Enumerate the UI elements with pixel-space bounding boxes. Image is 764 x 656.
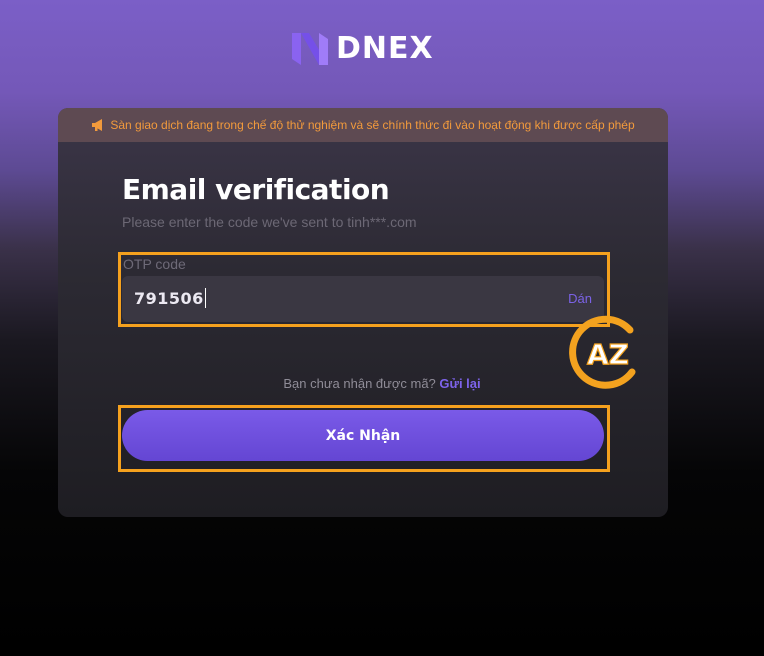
page-subtitle: Please enter the code we've sent to tinh…	[122, 214, 417, 230]
brand-name: DNEX	[336, 31, 434, 66]
resend-link[interactable]: Gửi lại	[439, 376, 480, 391]
notice-banner-text: Sàn giao dịch đang trong chế độ thử nghi…	[110, 118, 635, 132]
megaphone-icon	[92, 119, 103, 131]
watermark-text: AZ	[587, 338, 629, 371]
dnex-logo-icon	[292, 33, 328, 65]
otp-input[interactable]: 791506 Dán	[122, 276, 604, 322]
az-watermark-logo: AZ	[569, 315, 636, 389]
text-caret	[204, 288, 206, 308]
otp-value-wrap: 791506	[134, 288, 206, 308]
page-title: Email verification	[122, 173, 390, 206]
otp-value: 791506	[134, 288, 204, 308]
resend-row: Bạn chưa nhận được mã? Gửi lại	[0, 376, 764, 391]
brand-logo: DNEX	[290, 29, 434, 69]
notice-banner: Sàn giao dịch đang trong chế độ thử nghi…	[58, 108, 668, 142]
otp-label: OTP code	[123, 256, 186, 272]
resend-prompt: Bạn chưa nhận được mã?	[283, 376, 436, 391]
confirm-button[interactable]: Xác Nhận	[122, 410, 604, 461]
paste-button[interactable]: Dán	[568, 291, 592, 306]
